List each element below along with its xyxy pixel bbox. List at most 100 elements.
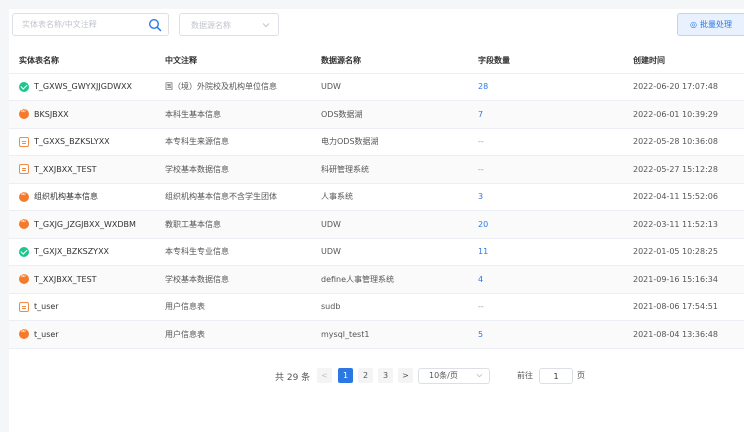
cell-created: 2021-08-06 17:54:51 <box>633 293 744 321</box>
cell-count: 5 <box>478 320 633 349</box>
field-count: -- <box>478 164 484 174</box>
page-button[interactable]: 3 <box>378 368 393 383</box>
link-status-icon <box>19 107 29 120</box>
table-row[interactable]: T_GXJG_JZGJBXX_WXDBM 教职工基本信息UDW20 2022-03-… <box>9 210 744 239</box>
table-row[interactable]: t_user 用户信息表 sudb -- 2021-08-06 17:54:51 <box>9 293 744 321</box>
cell-name: T_XXJBXX_TEST <box>9 265 165 294</box>
entity-name[interactable]: t_user <box>34 330 59 339</box>
cell-comment: 用户信息表 <box>165 293 321 321</box>
link-status-icon <box>19 272 29 285</box>
chevron-down-icon <box>262 23 270 28</box>
pagination: 共 29 条 < 1 2 3 > 10条/页 前往 页 <box>0 368 744 384</box>
datasource-select-placeholder: 数据源名称 <box>191 21 231 30</box>
cell-count: -- <box>478 155 633 184</box>
field-count[interactable]: 28 <box>478 82 488 91</box>
datasource-select[interactable]: 数据源名称 <box>179 13 279 36</box>
database-icon <box>19 301 29 312</box>
search-box[interactable] <box>12 13 169 36</box>
cell-name: T_GXWS_GWYXJJGDWXX <box>9 73 165 101</box>
table-row[interactable]: T_XXJBXX_TEST 学校基本数据信息define人事管理系统4 2021-0… <box>9 265 744 294</box>
prev-page-button[interactable]: < <box>317 368 332 383</box>
cell-source: ODS数据湖 <box>321 100 478 129</box>
field-count: -- <box>478 137 484 147</box>
cell-created: 2022-06-01 10:39:29 <box>633 100 744 129</box>
link-status-icon <box>19 327 29 340</box>
cell-comment: 本科生基本信息 <box>165 100 321 129</box>
search-input[interactable] <box>13 14 143 35</box>
page-button[interactable]: 2 <box>358 368 373 383</box>
chevron-down-icon <box>476 373 483 378</box>
field-count[interactable]: 20 <box>478 220 488 229</box>
cell-source: 电力ODS数据湖 <box>321 128 478 156</box>
cell-count: 20 <box>478 210 633 239</box>
entity-name[interactable]: t_user <box>34 302 59 311</box>
field-count: -- <box>478 302 484 312</box>
table-row[interactable]: t_user 用户信息表mysql_test15 2021-08-04 13:36:… <box>9 320 744 349</box>
table-row[interactable]: BKSJBXX 本科生基本信息ODS数据湖7 2022-06-01 10:39:29 <box>9 100 744 129</box>
cell-comment: 组织机构基本信息不含学生团体 <box>165 183 321 211</box>
table-row[interactable]: T_GXWS_GWYXJJGDWXX 国（境）外院校及机构单位信息 UDW 28 202… <box>9 73 744 101</box>
entity-name[interactable]: T_GXXS_BZKSLYXX <box>34 137 110 146</box>
success-status-icon <box>19 246 29 257</box>
entity-table: 实体表名称 中文注释 数据源名称 字段数量 创建时间 T_GXWS_GWYXJJ… <box>9 48 744 349</box>
link-status-icon <box>19 217 29 230</box>
cell-comment: 用户信息表 <box>165 320 321 349</box>
database-icon <box>19 164 29 175</box>
success-status-icon <box>19 81 29 92</box>
entity-name[interactable]: T_GXWS_GWYXJJGDWXX <box>34 82 132 91</box>
cell-comment: 本专科生专业信息 <box>165 238 321 266</box>
entity-name[interactable]: BKSJBXX <box>34 110 69 119</box>
gear-icon: ◎ <box>690 20 697 29</box>
table-row[interactable]: T_GXXS_BZKSLYXX 本专科生来源信息 电力ODS数据湖 -- 2022-05… <box>9 128 744 156</box>
cell-source: define人事管理系统 <box>321 265 478 294</box>
entity-name[interactable]: T_XXJBXX_TEST <box>34 275 97 284</box>
cell-created: 2022-06-20 17:07:48 <box>633 73 744 101</box>
cell-created: 2021-08-04 13:36:48 <box>633 320 744 349</box>
page-size-select[interactable]: 10条/页 <box>418 368 490 384</box>
field-count[interactable]: 11 <box>478 247 488 256</box>
cell-created: 2021-09-16 15:16:34 <box>633 265 744 294</box>
field-count[interactable]: 7 <box>478 110 483 119</box>
cell-comment: 本专科生来源信息 <box>165 128 321 156</box>
table-row[interactable]: 组织机构基本信息 组织机构基本信息不含学生团体人事系统3 2022-04-11 15… <box>9 183 744 211</box>
cell-created: 2022-05-28 10:36:08 <box>633 128 744 156</box>
col-header-created: 创建时间 <box>633 48 744 74</box>
field-count[interactable]: 3 <box>478 192 483 201</box>
field-count[interactable]: 5 <box>478 330 483 339</box>
cell-count: -- <box>478 128 633 156</box>
cell-count: -- <box>478 293 633 321</box>
table-row[interactable]: T_GXJX_BZKSZYXX 本专科生专业信息 UDW 11 2022-01-05 1… <box>9 238 744 266</box>
goto-page-input[interactable] <box>539 368 573 384</box>
page-button[interactable]: 1 <box>338 368 353 383</box>
col-header-comment: 中文注释 <box>165 48 321 74</box>
cell-name: T_GXJG_JZGJBXX_WXDBM <box>9 210 165 239</box>
goto-label: 前往 <box>517 371 533 380</box>
batch-process-label: 批量处理 <box>699 20 732 29</box>
search-icon[interactable] <box>148 18 162 32</box>
cell-source: UDW <box>321 238 478 266</box>
cell-comment: 国（境）外院校及机构单位信息 <box>165 73 321 101</box>
cell-count: 28 <box>478 73 633 101</box>
col-header-count: 字段数量 <box>478 48 633 74</box>
cell-source: 科研管理系统 <box>321 155 478 184</box>
cell-count: 4 <box>478 265 633 294</box>
next-page-button[interactable]: > <box>398 368 413 383</box>
cell-name: t_user <box>9 293 165 321</box>
cell-name: BKSJBXX <box>9 100 165 129</box>
link-status-icon <box>19 190 29 202</box>
table-row[interactable]: T_XXJBXX_TEST 学校基本数据信息 科研管理系统 -- 2022-05-27 … <box>9 155 744 184</box>
database-icon <box>19 136 29 147</box>
entity-name[interactable]: T_GXJG_JZGJBXX_WXDBM <box>34 220 136 229</box>
cell-created: 2022-04-11 15:52:06 <box>633 183 744 211</box>
cell-source: mysql_test1 <box>321 320 478 349</box>
batch-process-button[interactable]: ◎ 批量处理 <box>677 13 744 36</box>
goto-page-unit: 页 <box>577 371 585 380</box>
field-count[interactable]: 4 <box>478 275 483 284</box>
entity-name[interactable]: 组织机构基本信息 <box>34 191 98 202</box>
entity-name[interactable]: T_GXJX_BZKSZYXX <box>34 247 109 256</box>
entity-name[interactable]: T_XXJBXX_TEST <box>34 165 97 174</box>
cell-source: sudb <box>321 293 478 321</box>
cell-comment: 学校基本数据信息 <box>165 265 321 294</box>
cell-count: 11 <box>478 238 633 266</box>
cell-source: 人事系统 <box>321 183 478 211</box>
